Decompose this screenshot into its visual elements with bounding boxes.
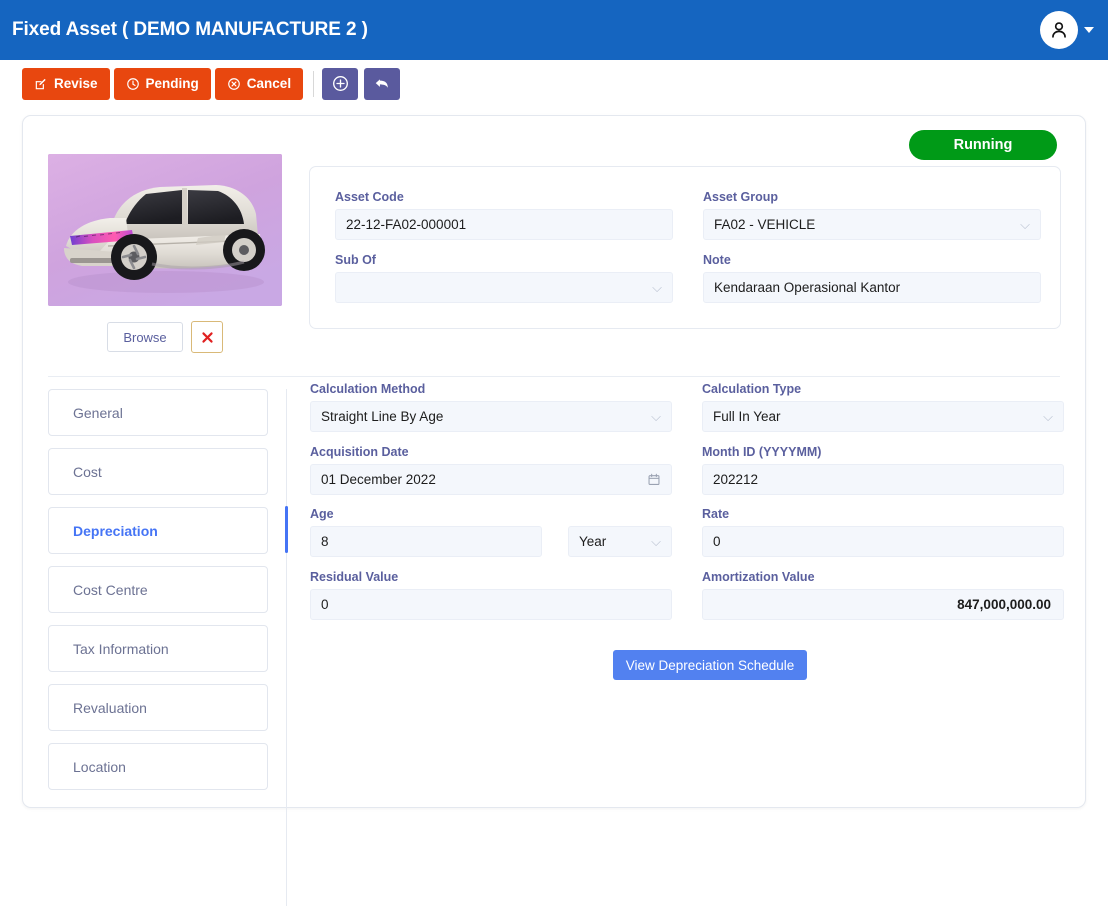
asset-photo	[48, 154, 282, 306]
chevron-down-icon: ⌵	[651, 534, 661, 549]
asset-code-input[interactable]: 22-12-FA02-000001	[335, 209, 673, 240]
tab-depreciation-label: Depreciation	[73, 522, 158, 539]
calculation-type-value: Full In Year	[713, 409, 781, 424]
month-id-label: Month ID (YYYYMM)	[702, 445, 822, 459]
tab-general-label: General	[73, 404, 123, 421]
tab-tax-information[interactable]: Tax Information	[48, 625, 268, 672]
clock-icon	[126, 77, 139, 90]
acquisition-date-value: 01 December 2022	[321, 472, 436, 487]
calculation-method-value: Straight Line By Age	[321, 409, 444, 424]
toolbar-divider	[313, 70, 315, 97]
calculation-type-select[interactable]: Full In Year ⌵	[702, 401, 1064, 432]
month-id-input[interactable]: 202212	[702, 464, 1064, 495]
amortization-value-input[interactable]: 847,000,000.00	[702, 589, 1064, 620]
plus-circle-icon	[332, 76, 348, 91]
note-input[interactable]: Kendaraan Operasional Kantor	[703, 272, 1041, 303]
field-month-id: Month ID (YYYYMM) 202212	[702, 445, 1064, 495]
rate-input[interactable]: 0	[702, 526, 1064, 557]
browse-button[interactable]: Browse	[107, 322, 183, 352]
field-sub-of: Sub Of ⌵	[335, 253, 673, 303]
action-toolbar: Revise Pending Cancel	[0, 60, 1108, 107]
cancel-circle-icon	[227, 77, 240, 90]
section-divider	[48, 376, 1060, 377]
photo-actions: Browse	[48, 321, 282, 353]
pending-label: Pending	[145, 76, 199, 91]
asset-info-panel: Asset Code 22-12-FA02-000001 Asset Group…	[309, 166, 1061, 329]
tab-depreciation[interactable]: Depreciation	[48, 507, 268, 554]
asset-detail-card: Running Browse Asset Code 22-12-FA02-000…	[22, 115, 1086, 906]
add-button[interactable]	[322, 67, 359, 100]
field-asset-code: Asset Code 22-12-FA02-000001	[335, 190, 673, 240]
field-rate: Rate 0	[702, 507, 1064, 557]
calendar-icon[interactable]	[647, 472, 661, 487]
active-tab-indicator	[285, 506, 288, 553]
chevron-down-icon: ⌵	[1043, 409, 1053, 424]
field-acquisition-date: Acquisition Date 01 December 2022	[310, 445, 672, 495]
sub-of-label: Sub Of	[335, 253, 376, 267]
calculation-type-label: Calculation Type	[702, 382, 802, 396]
avatar[interactable]	[1040, 11, 1078, 49]
age-unit-select[interactable]: Year ⌵	[568, 526, 672, 557]
field-calculation-type: Calculation Type Full In Year ⌵	[702, 382, 1064, 432]
asset-code-label: Asset Code	[335, 190, 404, 204]
revise-button[interactable]: Revise	[22, 67, 110, 100]
cancel-label: Cancel	[246, 76, 292, 91]
sub-of-select[interactable]: ⌵	[335, 272, 673, 303]
tab-revaluation-label: Revaluation	[73, 699, 147, 716]
revise-label: Revise	[54, 76, 98, 91]
vehicle-illustration	[48, 154, 282, 306]
tab-cost-label: Cost	[73, 463, 102, 480]
tab-general[interactable]: General	[48, 389, 268, 436]
asset-group-value: FA02 - VEHICLE	[714, 217, 816, 232]
page-title: Fixed Asset ( DEMO MANUFACTURE 2 )	[12, 19, 368, 40]
asset-group-label: Asset Group	[703, 190, 779, 204]
remove-photo-button[interactable]	[191, 321, 223, 353]
header-user-menu[interactable]	[1040, 0, 1094, 60]
tab-location-label: Location	[73, 758, 126, 775]
tab-location[interactable]: Location	[48, 743, 268, 790]
view-depreciation-schedule-button[interactable]: View Depreciation Schedule	[613, 650, 807, 680]
tab-list: General Cost Depreciation Cost Centre Ta…	[48, 389, 268, 802]
tab-revaluation[interactable]: Revaluation	[48, 684, 268, 731]
amortization-value-label: Amortization Value	[702, 570, 815, 584]
red-x-icon	[201, 331, 213, 343]
field-asset-group: Asset Group FA02 - VEHICLE ⌵	[703, 190, 1041, 240]
chevron-down-icon: ⌵	[652, 280, 662, 295]
tab-pane-divider	[286, 389, 287, 906]
undo-arrow-icon	[375, 78, 388, 88]
age-unit-value: Year	[579, 534, 607, 549]
calculation-method-select[interactable]: Straight Line By Age ⌵	[310, 401, 672, 432]
tab-cost-centre[interactable]: Cost Centre	[48, 566, 268, 613]
app-header: Fixed Asset ( DEMO MANUFACTURE 2 )	[0, 0, 1108, 60]
age-label: Age	[310, 507, 334, 521]
edit-square-icon	[35, 78, 46, 89]
residual-value-label: Residual Value	[310, 570, 399, 584]
back-button[interactable]	[364, 67, 401, 100]
chevron-down-icon: ⌵	[1020, 217, 1030, 232]
field-amortization-value: Amortization Value 847,000,000.00	[702, 570, 1064, 620]
rate-label: Rate	[702, 507, 730, 521]
acquisition-date-label: Acquisition Date	[310, 445, 409, 459]
status-badge: Running	[909, 130, 1057, 160]
residual-value-input[interactable]: 0	[310, 589, 672, 620]
tab-cost-centre-label: Cost Centre	[73, 581, 148, 598]
acquisition-date-input[interactable]: 01 December 2022	[310, 464, 672, 495]
chevron-down-icon: ⌵	[651, 409, 661, 424]
chevron-down-icon[interactable]	[1084, 27, 1094, 33]
field-note: Note Kendaraan Operasional Kantor	[703, 253, 1041, 303]
field-calculation-method: Calculation Method Straight Line By Age …	[310, 382, 672, 432]
asset-group-select[interactable]: FA02 - VEHICLE ⌵	[703, 209, 1041, 240]
pending-button[interactable]: Pending	[113, 67, 211, 100]
field-residual-value: Residual Value 0	[310, 570, 672, 620]
tab-cost[interactable]: Cost	[48, 448, 268, 495]
age-input[interactable]: 8	[310, 526, 542, 557]
user-icon	[1052, 22, 1066, 38]
cancel-button[interactable]: Cancel	[214, 67, 304, 100]
field-age: Age 8 Year ⌵	[310, 507, 672, 557]
tab-tax-information-label: Tax Information	[73, 640, 169, 657]
calculation-method-label: Calculation Method	[310, 382, 426, 396]
note-label: Note	[703, 253, 731, 267]
